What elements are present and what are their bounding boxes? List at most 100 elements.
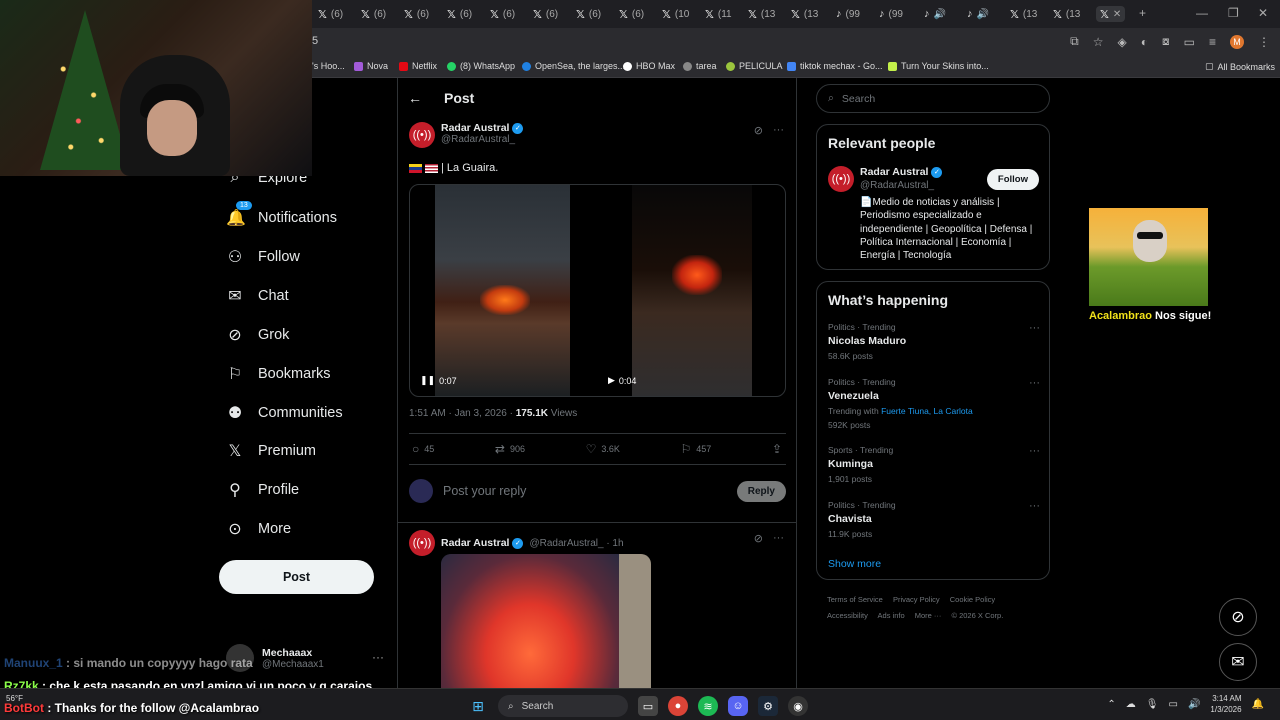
reply-input[interactable]: Post your reply [443,484,727,498]
trend-links[interactable]: Fuerte Tiuna, La Carlota [881,406,973,416]
browser-tab[interactable]: 𝕏 (13 [1010,6,1037,22]
nav-grok[interactable]: ⊘ Grok [226,325,289,345]
video-timer[interactable]: ▶ 0:04 [608,375,636,386]
grok-icon[interactable]: ⊘ [754,124,763,137]
more-dots-icon[interactable]: ··· [1029,500,1040,512]
reply-button[interactable]: ○ 45 [412,442,434,456]
bookmark[interactable]: tarea [683,61,717,71]
microphone-icon[interactable]: 🎙 [1146,699,1159,710]
browser-tab[interactable]: 𝕏 (13 [1053,6,1080,22]
nav-follow[interactable]: ⚇ Follow [226,247,300,267]
browser-tab-active[interactable]: 𝕏 ✕ [1096,6,1126,22]
nav-more[interactable]: ⊙ More [226,519,291,539]
bookmark[interactable]: HBO Max [623,61,675,71]
bookmark[interactable]: Netflix [399,61,437,71]
browser-tab[interactable]: ♪ 🔊 [967,6,989,22]
browser-tab[interactable]: 𝕏 (6) [619,6,644,22]
more-dots-icon[interactable]: ··· [773,124,784,137]
footer-link[interactable]: Privacy Policy [893,595,940,604]
browser-tab[interactable]: 𝕏 (11 [705,6,732,22]
nav-premium[interactable]: 𝕏 Premium [226,441,316,461]
tweet-handle[interactable]: @RadarAustral_ [441,134,523,145]
notification-bell-icon[interactable]: 🔔 [1252,699,1264,710]
shield-icon[interactable]: ◈ [1118,35,1127,49]
menu-icon[interactable]: ⋮ [1258,35,1270,49]
trend-item[interactable]: Politics · Trending Venezuela Trending w… [828,377,1040,430]
all-bookmarks[interactable]: ▢ All Bookmarks [1205,61,1275,72]
clock[interactable]: 3:14 AM 1/3/2026 [1210,693,1241,715]
browser-tab[interactable]: 𝕏 (6) [533,6,558,22]
reply-submit-button[interactable]: Reply [736,480,786,502]
bookmark[interactable]: OpenSea, the larges... [522,61,625,71]
chevron-up-icon[interactable]: ⌃ [1107,699,1115,710]
more-dots-icon[interactable]: ··· [1029,322,1040,334]
chrome-icon[interactable]: ● [668,696,688,716]
close-window-icon[interactable]: ✕ [1258,6,1268,20]
tweet-handle[interactable]: @RadarAustral_ · 1h [529,538,623,549]
nav-profile[interactable]: ⚲ Profile [226,480,299,500]
more-dots-icon[interactable]: ··· [1029,445,1040,457]
share-button[interactable]: ⇪ [772,442,782,456]
network-icon[interactable]: ▭ [1169,699,1178,710]
bookmark[interactable]: 's Hoo... [312,61,345,71]
footer-link[interactable]: Cookie Policy [950,595,995,604]
bookmark-button[interactable]: ⚐ 457 [681,442,712,456]
browser-tab[interactable]: 𝕏 (6) [361,6,386,22]
footer-link[interactable]: Terms of Service [827,595,883,604]
star-icon[interactable]: ☆ [1093,35,1104,49]
spotify-icon[interactable]: ≋ [698,696,718,716]
profile-avatar[interactable]: M [1230,34,1244,49]
back-arrow-icon[interactable]: ← [408,90,422,106]
browser-tab[interactable]: 𝕏 (6) [318,6,343,22]
footer-link[interactable]: More ··· [915,611,942,620]
browser-tab[interactable]: ♪ (99 [836,6,860,22]
taskbar-search[interactable]: ⌕ Search [498,695,628,717]
task-view-icon[interactable]: ▭ [638,696,658,716]
tweet-author[interactable]: Radar Austral ✓ [441,122,524,134]
person-name[interactable]: Radar Austral ✓ [860,166,943,178]
nav-communities[interactable]: ⚉ Communities [226,403,343,423]
url-input[interactable]: 5 [312,35,318,47]
browser-tab[interactable]: 𝕏 (13 [748,6,775,22]
minimize-icon[interactable]: — [1196,6,1208,20]
trend-item[interactable]: Politics · Trending Nicolas Maduro 58.6K… [828,322,1040,361]
puzzle-icon[interactable]: ⧇ [1162,34,1170,49]
avatar[interactable]: ((•)) [828,166,854,192]
bookmark[interactable]: Turn Your Skins into... [888,61,989,71]
grok-icon[interactable]: ⊘ [754,532,763,545]
browser-tab[interactable]: 𝕏 (6) [490,6,515,22]
maximize-icon[interactable]: ❐ [1228,6,1239,20]
footer-link[interactable]: Accessibility [827,611,868,620]
browser-tab[interactable]: ♪ 🔊 [924,6,946,22]
bookmark[interactable]: (8) WhatsApp [447,61,515,71]
obs-icon[interactable]: ◉ [788,696,808,716]
nav-notifications[interactable]: 🔔 13 Notifications [226,201,337,228]
repost-button[interactable]: ⇄ 906 [495,442,525,456]
browser-tab[interactable]: 𝕏 (13 [791,6,818,22]
show-more-link[interactable]: Show more [828,558,881,570]
browser-tab[interactable]: ♪ (99 [879,6,903,22]
more-dots-icon[interactable]: ··· [773,532,784,545]
video-player[interactable] [435,185,570,396]
more-dots-icon[interactable]: ··· [372,650,384,664]
volume-icon[interactable]: 🔊 [1188,699,1200,710]
grok-fab-button[interactable]: ⊘ [1219,598,1257,636]
nav-chat[interactable]: ✉ Chat [226,286,288,306]
extension-icon[interactable]: ◐ [1141,35,1148,49]
browser-tab[interactable]: 𝕏 (6) [576,6,601,22]
video-player[interactable] [632,185,752,396]
bookmark[interactable]: tiktok mechax - Go... [787,61,883,71]
nav-bookmarks[interactable]: ⚐ Bookmarks [226,364,331,384]
browser-tab[interactable]: 𝕏 (10 [662,6,689,22]
person-handle[interactable]: @RadarAustral_ [860,180,934,191]
bookmark[interactable]: PELICULA [726,61,783,71]
bookmark[interactable]: Nova [354,61,388,71]
avatar[interactable]: ((•)) [409,122,435,148]
like-button[interactable]: ♡ 3.6K [586,442,620,456]
media-icon[interactable]: ≡ [1209,35,1216,49]
cast-icon[interactable]: ⧉ [1070,34,1079,49]
cloud-icon[interactable]: ☁ [1126,699,1136,710]
avatar[interactable]: ((•)) [409,530,435,556]
browser-tab[interactable]: 𝕏 (6) [447,6,472,22]
trend-item[interactable]: Politics · Trending Chavista 11.9K posts… [828,500,1040,539]
